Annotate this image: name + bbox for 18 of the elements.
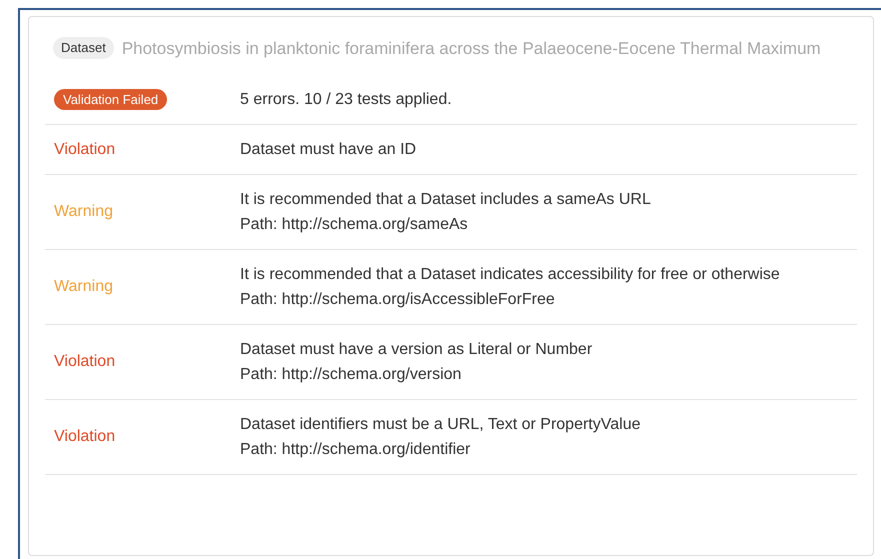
path-text: Path: http://schema.org/identifier [240,440,472,460]
summary-text: 5 errors. 10 / 23 tests applied. [240,90,452,110]
message-text: Dataset must have a version as Literal or Number [240,340,594,360]
severity-label: Warning [54,277,114,297]
path-text: Path: http://schema.org/sameAs [240,215,469,235]
severity-label: Violation [54,140,116,160]
message-text: Dataset must have an ID [240,140,418,160]
message-text: It is recommended that a Dataset indicates accessibility for free or otherwise [240,265,781,285]
dataset-title: Photosymbiosis in planktonic foraminifera across the Palaeocene-Eocene Thermal Maximum [122,38,821,60]
severity-label: Warning [54,202,114,222]
path-text: Path: http://schema.org/isAccessibleForFree [240,290,556,310]
path-text: Path: http://schema.org/version [240,365,462,385]
message-text: It is recommended that a Dataset includes a sameAs URL [240,190,652,210]
severity-label: Violation [54,352,116,372]
status-badge: Validation Failed [54,89,168,110]
severity-label: Violation [54,427,116,447]
dataset-tag: Dataset [53,37,114,59]
message-text: Dataset identifiers must be a URL, Text or PropertyValue [240,415,642,435]
